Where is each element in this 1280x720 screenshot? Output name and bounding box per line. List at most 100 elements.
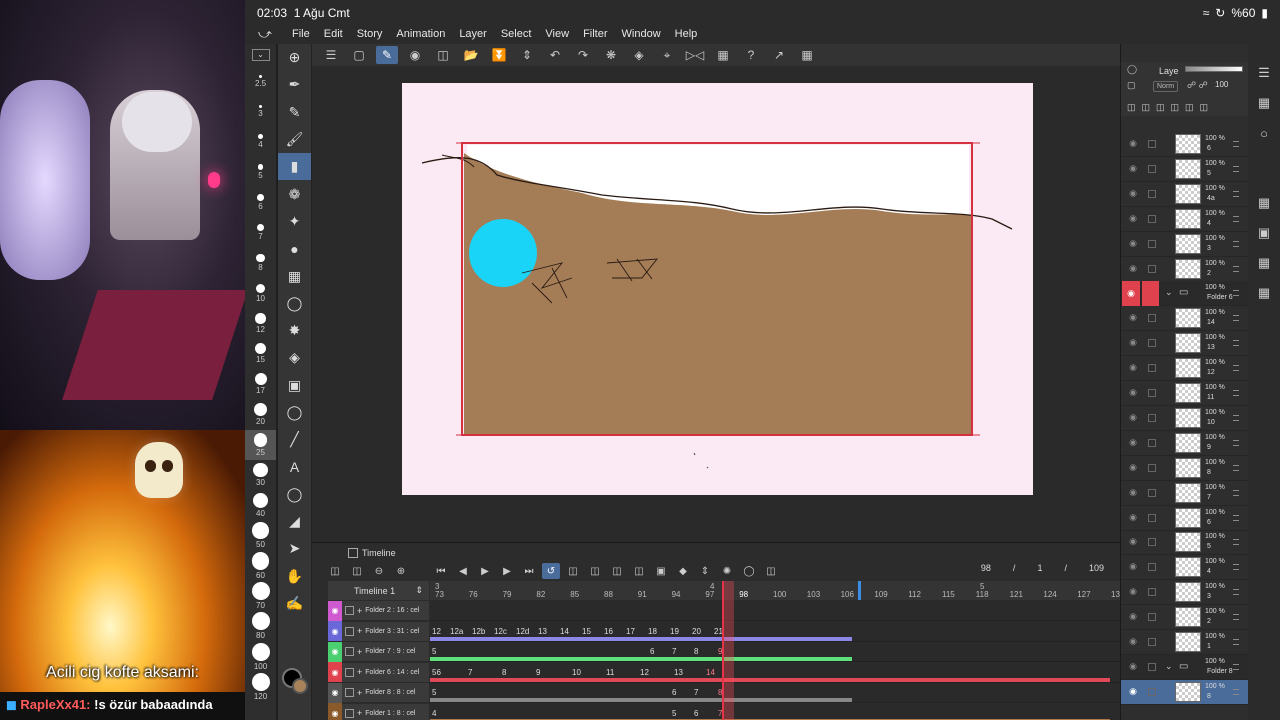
open-folder-icon[interactable]: 📂	[460, 46, 482, 64]
pen-tool-icon[interactable]: ✒	[278, 71, 311, 98]
line-tool-icon[interactable]: ╱	[278, 426, 311, 453]
layer-visibility-icon[interactable]: ◉	[1125, 163, 1141, 177]
layer-visibility-icon[interactable]: ◉	[1125, 462, 1141, 476]
track-header[interactable]: ◉ + Folder 2 : 16 : cel	[328, 600, 429, 621]
layer-checkbox[interactable]	[1148, 563, 1156, 572]
layer-row[interactable]: ◉ 100 % 8	[1121, 679, 1249, 705]
opacity-value[interactable]: 100	[1215, 80, 1228, 89]
layer-row[interactable]: ◉ 100 % 9	[1121, 431, 1249, 456]
canvas-area[interactable]	[312, 66, 1120, 542]
layer-row[interactable]: ◉ 100 % 10	[1121, 406, 1249, 431]
timeline-ruler[interactable]: 73 76 79 82 85 88 91 94 97 98 100 103 106 109 112 115 11…	[430, 581, 1124, 600]
expand-icon[interactable]: +	[357, 606, 362, 616]
brush-size-item[interactable]: 120	[245, 672, 276, 702]
layer-checkbox[interactable]	[1148, 687, 1156, 696]
reference-icon[interactable]: ▦	[712, 46, 734, 64]
new-track-icon[interactable]: ◫	[326, 563, 344, 579]
layer-menu-icon[interactable]	[1233, 688, 1239, 695]
track-header[interactable]: ◉ + Folder 3 : 31 : cel	[328, 621, 429, 642]
layer-checkbox[interactable]	[1148, 538, 1156, 547]
track-cells[interactable]: 4567	[430, 703, 1120, 720]
cel-label[interactable]: 9	[536, 668, 540, 677]
drawing[interactable]	[402, 83, 1033, 495]
opacity-slider[interactable]	[1185, 66, 1243, 72]
expand-icon[interactable]: +	[357, 667, 362, 677]
ruler-tool-icon[interactable]: ◢	[278, 508, 311, 535]
cel-label[interactable]: 12d	[516, 627, 529, 636]
expand-icon[interactable]: +	[357, 688, 362, 698]
layer-menu-icon[interactable]	[1233, 141, 1239, 147]
cel-label[interactable]: 5	[432, 647, 436, 656]
brush-size-item[interactable]: 40	[245, 490, 276, 520]
layer-visibility-icon[interactable]: ◉	[1125, 238, 1141, 252]
menu-window[interactable]: Window	[615, 28, 668, 40]
brush-size-header[interactable]: ⌄	[245, 44, 276, 66]
layer-checkbox[interactable]	[1142, 281, 1159, 307]
cel-label[interactable]: 16	[604, 627, 613, 636]
track-visibility-icon[interactable]: ◉	[328, 621, 342, 641]
brush-size-item[interactable]: 5	[245, 157, 276, 187]
cel-label[interactable]: 10	[572, 668, 581, 677]
fill-icon[interactable]: ◈	[628, 46, 650, 64]
layer-menu-icon[interactable]	[1233, 439, 1239, 446]
brush-tool-icon[interactable]: 🖌	[278, 126, 311, 153]
menu-layer[interactable]: Layer	[452, 28, 494, 40]
eyedropper-tool-icon[interactable]: ✍	[278, 590, 311, 617]
tween-icon[interactable]: ◯	[740, 563, 758, 579]
layer-checkbox[interactable]	[1148, 140, 1156, 148]
brush-size-item[interactable]: 8	[245, 248, 276, 278]
cel-label[interactable]: 8	[694, 647, 698, 656]
cel-label[interactable]: 8	[502, 668, 506, 677]
brush-size-item[interactable]: 12	[245, 308, 276, 338]
layer-menu-icon[interactable]	[1233, 340, 1239, 347]
new-cel-icon[interactable]: ◫	[564, 563, 582, 579]
layer-checkbox[interactable]	[1148, 389, 1156, 397]
cel-label[interactable]: 6	[694, 709, 698, 718]
delete-cel-icon[interactable]: ◫	[630, 563, 648, 579]
redo-icon[interactable]: ↷	[572, 46, 594, 64]
layer-menu-icon[interactable]	[1233, 639, 1239, 645]
lasso-tool-icon[interactable]: ◯	[278, 290, 311, 317]
brush-size-item[interactable]: 20	[245, 399, 276, 429]
property-panel-icon[interactable]: ▦	[1248, 88, 1280, 118]
layer-menu-icon[interactable]	[1233, 290, 1239, 297]
layer-checkbox[interactable]	[1148, 239, 1156, 248]
menu-help[interactable]: Help	[668, 28, 705, 40]
frame-step[interactable]: 1	[1037, 563, 1042, 573]
track-lock-checkbox[interactable]	[345, 647, 354, 656]
cel-label[interactable]: 12a	[450, 627, 463, 636]
cel-label[interactable]: 18	[648, 627, 657, 636]
cel-label[interactable]: 7	[672, 647, 676, 656]
new-file-icon[interactable]: ◫	[432, 46, 454, 64]
layer-visibility-icon[interactable]: ◉	[1125, 536, 1141, 550]
track-header[interactable]: ◉ + Folder 6 : 14 : cel	[328, 662, 429, 683]
brush-size-item[interactable]: 25	[245, 429, 276, 460]
prev-frame-icon[interactable]: ◀	[454, 563, 472, 579]
layer-menu-icon[interactable]	[1233, 464, 1239, 471]
layer-visibility-icon[interactable]: ◉	[1125, 337, 1141, 351]
magic-wand-icon[interactable]: ✸	[278, 317, 311, 344]
next-frame-icon[interactable]: ▶	[498, 563, 516, 579]
layers-panel-icon[interactable]: ☰	[1248, 58, 1280, 88]
layer-row[interactable]: ◉ 100 % 8	[1121, 456, 1249, 481]
brush-size-item[interactable]: 4	[245, 127, 276, 157]
track-cells[interactable]: 56789	[430, 642, 1120, 662]
layer-tab-icon[interactable]: ◯	[1127, 64, 1137, 75]
canvas-paper[interactable]	[402, 83, 1033, 495]
help-icon[interactable]: ?	[740, 46, 762, 64]
layer-visibility-icon[interactable]: ◉	[1125, 611, 1141, 625]
layer-row[interactable]: ◉ 100 % 12	[1121, 356, 1249, 382]
cel-label[interactable]: 5	[672, 709, 676, 718]
layer-menu-icon[interactable]	[1233, 265, 1239, 272]
menu-file[interactable]: File	[285, 28, 317, 40]
layer-row[interactable]: ◉ 100 % 4	[1121, 555, 1249, 581]
first-frame-icon[interactable]: ⏮	[432, 563, 450, 579]
track-header[interactable]: ◉ + Folder 1 : 8 : cel	[328, 703, 429, 720]
menu-animation[interactable]: Animation	[389, 28, 452, 40]
brush-size-item[interactable]: 17	[245, 369, 276, 399]
layer-row[interactable]: ◉ 100 % 6	[1121, 506, 1249, 531]
track-lock-checkbox[interactable]	[345, 626, 354, 636]
layer-visibility-icon[interactable]: ◉	[1125, 263, 1141, 277]
menu-story[interactable]: Story	[350, 28, 390, 40]
layer-row[interactable]: ◉ 100 % 4	[1121, 207, 1249, 232]
